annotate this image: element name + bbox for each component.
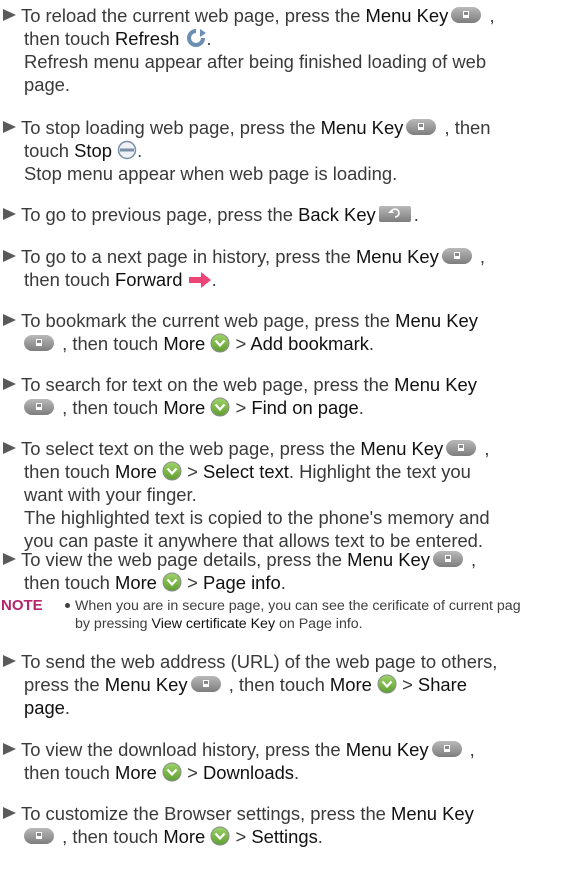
more-chevron-icon bbox=[210, 826, 230, 846]
menu-key-icon bbox=[451, 7, 482, 23]
menu-key-label: Menu Key bbox=[391, 803, 474, 824]
dot-bullet-icon bbox=[65, 602, 70, 608]
stop-label: Stop bbox=[74, 140, 112, 161]
stop-icon bbox=[117, 140, 137, 160]
more-chevron-icon bbox=[162, 762, 182, 782]
more-label: More bbox=[115, 762, 157, 783]
add-bookmark-label: Add bookmark bbox=[250, 333, 369, 354]
settings-label: Settings bbox=[251, 826, 318, 847]
menu-key-icon bbox=[190, 676, 221, 692]
menu-key-icon bbox=[431, 741, 462, 757]
refresh-label: Refresh bbox=[115, 28, 180, 49]
more-label: More bbox=[115, 461, 157, 482]
instruction-page-info: To view the web page details, press the … bbox=[2, 548, 568, 594]
more-chevron-icon bbox=[210, 397, 230, 417]
menu-key-label: Menu Key bbox=[360, 438, 444, 459]
instruction-forward: To go to a next page in history, press t… bbox=[2, 245, 568, 291]
triangle-bullet-icon bbox=[3, 807, 16, 819]
more-label: More bbox=[163, 826, 206, 847]
triangle-bullet-icon bbox=[3, 378, 16, 390]
manual-page: To reload the current web page, press th… bbox=[0, 0, 571, 875]
menu-key-label: Menu Key bbox=[394, 374, 477, 395]
find-on-page-label: Find on page bbox=[251, 397, 359, 418]
triangle-bullet-icon bbox=[3, 314, 16, 326]
instruction-settings: To customize the Browser settings, press… bbox=[2, 802, 568, 848]
triangle-bullet-icon bbox=[3, 208, 16, 220]
menu-key-icon bbox=[432, 551, 463, 567]
menu-key-label: Menu Key bbox=[395, 310, 478, 331]
triangle-bullet-icon bbox=[3, 121, 16, 133]
note-label: NOTE bbox=[1, 597, 43, 614]
downloads-label: Downloads bbox=[203, 762, 294, 783]
forward-label: Forward bbox=[115, 269, 183, 290]
back-key-icon bbox=[378, 206, 411, 222]
instruction-bookmark: To bookmark the current web page, press … bbox=[2, 309, 568, 355]
instruction-back: To go to previous page, press the Back K… bbox=[2, 203, 568, 226]
menu-key-label: Menu Key bbox=[104, 674, 188, 695]
menu-key-icon bbox=[24, 828, 54, 844]
instruction-select-text: To select text on the web page, press th… bbox=[2, 437, 568, 552]
more-chevron-icon bbox=[377, 674, 397, 694]
triangle-bullet-icon bbox=[3, 655, 16, 667]
refresh-icon bbox=[186, 29, 206, 47]
menu-key-label: Menu Key bbox=[355, 246, 439, 267]
triangle-bullet-icon bbox=[3, 553, 16, 565]
instruction-downloads: To view the download history, press the … bbox=[2, 738, 568, 784]
more-chevron-icon bbox=[162, 572, 182, 592]
more-chevron-icon bbox=[162, 461, 182, 481]
more-label: More bbox=[163, 397, 206, 418]
menu-key-label: Menu Key bbox=[365, 5, 449, 26]
more-label: More bbox=[329, 674, 372, 695]
menu-key-icon bbox=[24, 399, 54, 415]
triangle-bullet-icon bbox=[3, 442, 16, 454]
menu-key-icon bbox=[441, 248, 472, 264]
more-chevron-icon bbox=[210, 333, 230, 353]
forward-arrow-icon bbox=[188, 272, 211, 288]
instruction-reload: To reload the current web page, press th… bbox=[2, 4, 568, 96]
menu-key-icon bbox=[446, 440, 477, 456]
menu-key-label: Menu Key bbox=[347, 549, 430, 570]
note-body: When you are in secure page, you can see… bbox=[65, 597, 569, 633]
instruction-stop: To stop loading web page, press the Menu… bbox=[2, 116, 568, 185]
share-page-label: page bbox=[24, 697, 65, 718]
menu-key-label: Menu Key bbox=[320, 117, 404, 138]
menu-key-icon bbox=[24, 335, 54, 351]
triangle-bullet-icon bbox=[3, 250, 16, 262]
triangle-bullet-icon bbox=[3, 9, 16, 21]
more-label: More bbox=[115, 572, 157, 593]
triangle-bullet-icon bbox=[3, 743, 16, 755]
page-info-label: Page info bbox=[203, 572, 281, 593]
view-certificate-key-label: View certificate Key bbox=[151, 616, 276, 632]
menu-key-icon bbox=[406, 119, 437, 135]
menu-key-label: Menu Key bbox=[345, 739, 429, 760]
instruction-find: To search for text on the web page, pres… bbox=[2, 373, 568, 419]
back-key-label: Back Key bbox=[298, 204, 376, 225]
select-text-label: Select text bbox=[203, 461, 289, 482]
instruction-share: To send the web address (URL) of the web… bbox=[2, 650, 568, 719]
more-label: More bbox=[163, 333, 206, 354]
share-label: Share bbox=[417, 674, 467, 695]
